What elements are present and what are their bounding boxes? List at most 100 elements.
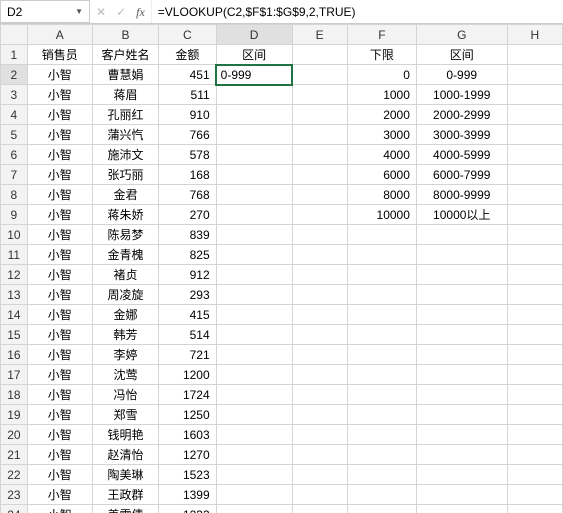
cell-B3[interactable]: 蒋眉	[92, 85, 158, 105]
cell-A13[interactable]: 小智	[27, 285, 92, 305]
cell-D13[interactable]	[216, 285, 292, 305]
cell-G1[interactable]: 区间	[416, 45, 507, 65]
cell-A23[interactable]: 小智	[27, 485, 92, 505]
cell-B10[interactable]: 陈易梦	[92, 225, 158, 245]
row-header[interactable]: 16	[1, 345, 28, 365]
row-header[interactable]: 4	[1, 105, 28, 125]
cell-E5[interactable]	[292, 125, 347, 145]
cell-H22[interactable]	[507, 465, 562, 485]
row-header[interactable]: 6	[1, 145, 28, 165]
cell-H8[interactable]	[507, 185, 562, 205]
cell-D17[interactable]	[216, 365, 292, 385]
column-header-H[interactable]: H	[507, 25, 562, 45]
cell-F20[interactable]	[347, 425, 416, 445]
cell-B15[interactable]: 韩芳	[92, 325, 158, 345]
cell-C5[interactable]: 766	[159, 125, 217, 145]
column-header-F[interactable]: F	[347, 25, 416, 45]
cell-D16[interactable]	[216, 345, 292, 365]
cell-C2[interactable]: 451	[159, 65, 217, 85]
cell-B23[interactable]: 王政群	[92, 485, 158, 505]
cell-F13[interactable]	[347, 285, 416, 305]
cell-E7[interactable]	[292, 165, 347, 185]
cell-F23[interactable]	[347, 485, 416, 505]
formula-input[interactable]	[152, 0, 563, 23]
cell-E9[interactable]	[292, 205, 347, 225]
column-header-C[interactable]: C	[159, 25, 217, 45]
cell-E22[interactable]	[292, 465, 347, 485]
row-header[interactable]: 21	[1, 445, 28, 465]
cell-C11[interactable]: 825	[159, 245, 217, 265]
cell-B12[interactable]: 褚贞	[92, 265, 158, 285]
cell-A12[interactable]: 小智	[27, 265, 92, 285]
column-header-B[interactable]: B	[92, 25, 158, 45]
cell-E12[interactable]	[292, 265, 347, 285]
cell-A4[interactable]: 小智	[27, 105, 92, 125]
cell-F8[interactable]: 8000	[347, 185, 416, 205]
cell-C13[interactable]: 293	[159, 285, 217, 305]
cell-F1[interactable]: 下限	[347, 45, 416, 65]
cell-G7[interactable]: 6000-7999	[416, 165, 507, 185]
cell-G17[interactable]	[416, 365, 507, 385]
cell-H15[interactable]	[507, 325, 562, 345]
cell-F9[interactable]: 10000	[347, 205, 416, 225]
cell-A5[interactable]: 小智	[27, 125, 92, 145]
cell-G6[interactable]: 4000-5999	[416, 145, 507, 165]
row-header[interactable]: 10	[1, 225, 28, 245]
column-header-A[interactable]: A	[27, 25, 92, 45]
cell-B2[interactable]: 曹慧娟	[92, 65, 158, 85]
cell-A6[interactable]: 小智	[27, 145, 92, 165]
cell-H20[interactable]	[507, 425, 562, 445]
cell-H18[interactable]	[507, 385, 562, 405]
row-header[interactable]: 23	[1, 485, 28, 505]
cell-H12[interactable]	[507, 265, 562, 285]
cell-E20[interactable]	[292, 425, 347, 445]
cell-D20[interactable]	[216, 425, 292, 445]
row-header[interactable]: 5	[1, 125, 28, 145]
cell-A17[interactable]: 小智	[27, 365, 92, 385]
cell-C22[interactable]: 1523	[159, 465, 217, 485]
cell-A10[interactable]: 小智	[27, 225, 92, 245]
cell-E16[interactable]	[292, 345, 347, 365]
cell-D7[interactable]	[216, 165, 292, 185]
cell-A21[interactable]: 小智	[27, 445, 92, 465]
cell-G2[interactable]: 0-999	[416, 65, 507, 85]
cell-B17[interactable]: 沈莺	[92, 365, 158, 385]
cell-D2[interactable]: 0-999	[216, 65, 292, 85]
cell-F6[interactable]: 4000	[347, 145, 416, 165]
cell-B16[interactable]: 李婷	[92, 345, 158, 365]
cell-F5[interactable]: 3000	[347, 125, 416, 145]
cell-B1[interactable]: 客户姓名	[92, 45, 158, 65]
cell-D18[interactable]	[216, 385, 292, 405]
cell-B14[interactable]: 金娜	[92, 305, 158, 325]
cell-B6[interactable]: 施沛文	[92, 145, 158, 165]
cell-F14[interactable]	[347, 305, 416, 325]
cell-D11[interactable]	[216, 245, 292, 265]
cell-B22[interactable]: 陶美琳	[92, 465, 158, 485]
cell-C1[interactable]: 金额	[159, 45, 217, 65]
cell-F11[interactable]	[347, 245, 416, 265]
cell-B7[interactable]: 张巧丽	[92, 165, 158, 185]
column-header-D[interactable]: D	[216, 25, 292, 45]
row-header[interactable]: 7	[1, 165, 28, 185]
cell-F19[interactable]	[347, 405, 416, 425]
cell-F17[interactable]	[347, 365, 416, 385]
cell-G3[interactable]: 1000-1999	[416, 85, 507, 105]
cell-B20[interactable]: 钱明艳	[92, 425, 158, 445]
cell-E8[interactable]	[292, 185, 347, 205]
cell-E17[interactable]	[292, 365, 347, 385]
cell-H11[interactable]	[507, 245, 562, 265]
cell-C4[interactable]: 910	[159, 105, 217, 125]
cell-A2[interactable]: 小智	[27, 65, 92, 85]
cell-A11[interactable]: 小智	[27, 245, 92, 265]
row-header[interactable]: 15	[1, 325, 28, 345]
cancel-icon[interactable]: ✕	[96, 6, 106, 18]
cell-D12[interactable]	[216, 265, 292, 285]
cell-G24[interactable]	[416, 505, 507, 513]
cell-C17[interactable]: 1200	[159, 365, 217, 385]
cell-F3[interactable]: 1000	[347, 85, 416, 105]
cell-A3[interactable]: 小智	[27, 85, 92, 105]
cell-A22[interactable]: 小智	[27, 465, 92, 485]
cell-F21[interactable]	[347, 445, 416, 465]
cell-H2[interactable]	[507, 65, 562, 85]
cell-D3[interactable]	[216, 85, 292, 105]
